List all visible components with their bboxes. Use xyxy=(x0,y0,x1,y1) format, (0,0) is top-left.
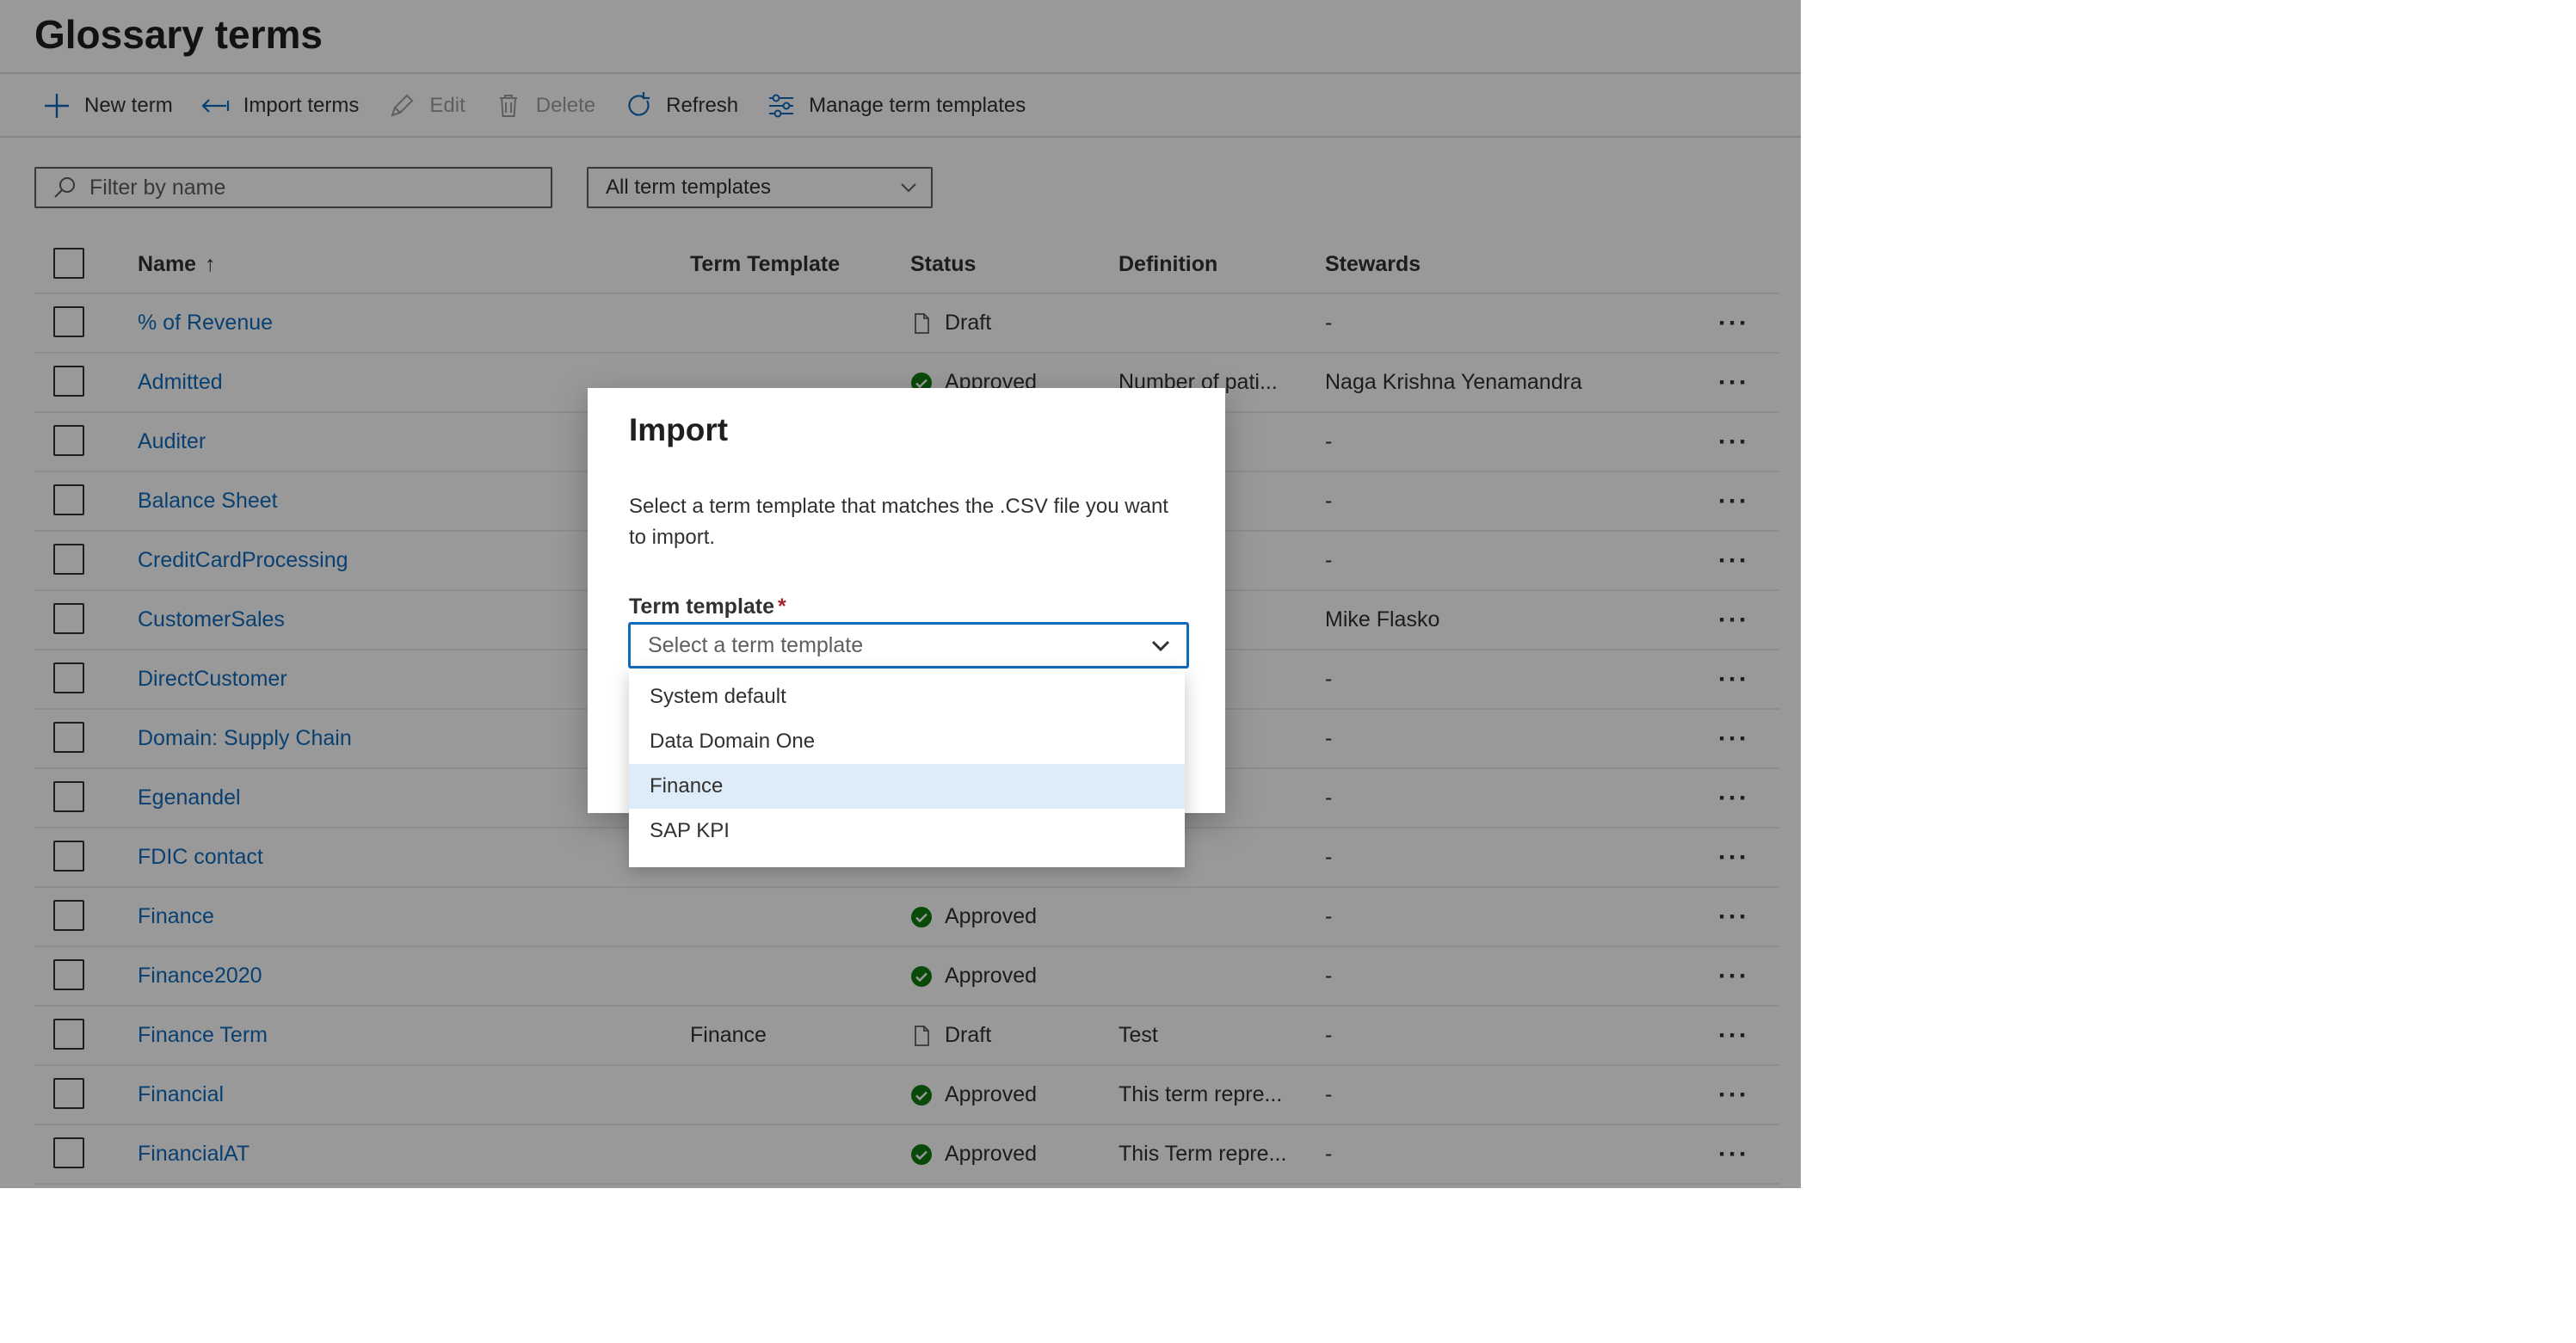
required-indicator: * xyxy=(778,594,786,619)
term-template-dropdown[interactable]: Select a term template xyxy=(629,623,1188,668)
dialog-description: Select a term template that matches the … xyxy=(629,495,1168,549)
term-template-placeholder: Select a term template xyxy=(648,632,864,657)
option-finance[interactable]: Finance xyxy=(629,764,1185,809)
term-template-label: Term template * xyxy=(629,594,786,619)
term-template-label-text: Term template xyxy=(629,594,775,619)
term-template-options-list: System default Data Domain One Finance S… xyxy=(629,669,1185,867)
option-sap-kpi[interactable]: SAP KPI xyxy=(629,809,1185,853)
chevron-down-icon xyxy=(1147,631,1174,659)
option-system-default[interactable]: System default xyxy=(629,675,1185,719)
glossary-page: Glossary terms New term Import terms Edi… xyxy=(0,0,1801,1188)
option-data-domain-one[interactable]: Data Domain One xyxy=(629,719,1185,764)
dialog-title: Import xyxy=(629,412,729,447)
